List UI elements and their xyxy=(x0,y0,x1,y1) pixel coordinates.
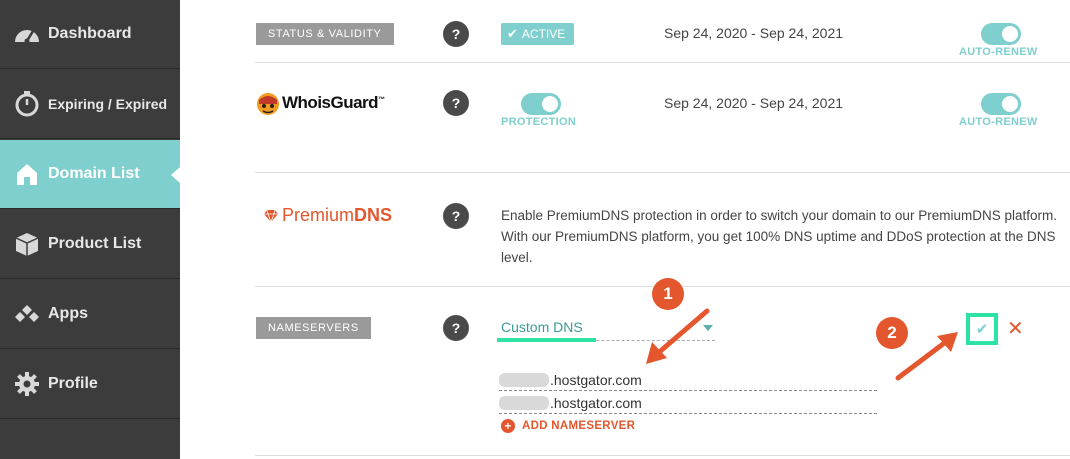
arrow-2-shaft xyxy=(895,338,950,381)
annotation-arrows xyxy=(646,308,958,381)
step-1-marker: 1 xyxy=(652,278,684,310)
arrow-1-shaft xyxy=(654,308,710,357)
step-2-marker: 2 xyxy=(876,317,908,349)
